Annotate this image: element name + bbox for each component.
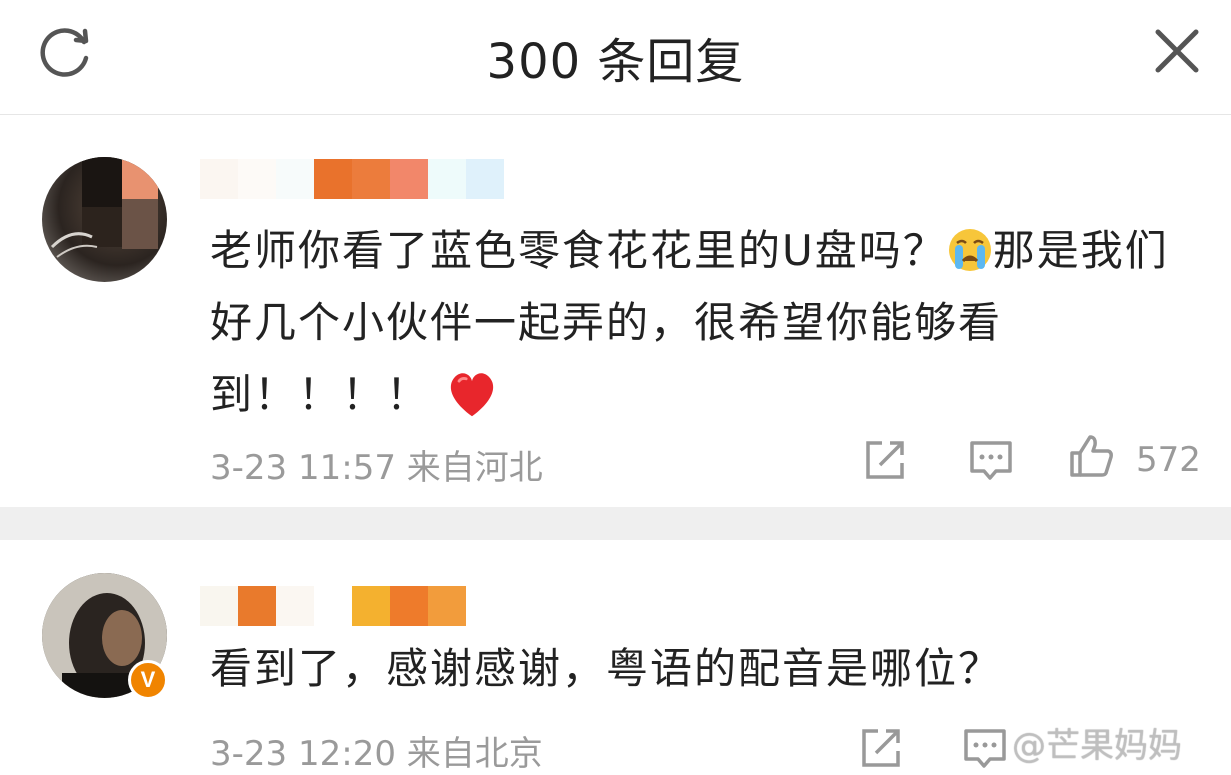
verified-badge: V: [128, 660, 168, 700]
page-title: 300 条回复: [486, 34, 745, 90]
username-blurred[interactable]: [200, 159, 504, 199]
comment-icon[interactable]: [962, 725, 1008, 771]
crying-face-icon: [948, 229, 991, 271]
section-divider: [0, 507, 1231, 540]
comment-icon[interactable]: [968, 437, 1014, 483]
like-icon[interactable]: [1068, 433, 1114, 479]
comment-item[interactable]: 老师你看了蓝色零食花花里的U盘吗？ 那是我们好几个小伙伴一起弄的，很希望你能够看…: [0, 115, 1231, 507]
comment-text: 看到了，感谢感谢，粤语的配音是哪位？: [210, 644, 1003, 693]
avatar[interactable]: [42, 157, 167, 282]
share-icon[interactable]: [862, 437, 908, 483]
close-icon[interactable]: [1150, 24, 1204, 78]
comment-meta: 3-23 11:57 来自河北: [210, 448, 543, 488]
comment-meta: 3-23 12:20 来自北京: [210, 734, 543, 774]
comment-text: 老师你看了蓝色零食花花里的U盘吗？ 那是我们好几个小伙伴一起弄的，很希望你能够看…: [210, 226, 1169, 419]
red-heart-icon: [451, 373, 494, 417]
share-icon[interactable]: [858, 725, 904, 771]
reply-header: 300 条回复: [0, 0, 1231, 115]
username-blurred[interactable]: [200, 586, 466, 626]
like-count: 572: [1136, 440, 1201, 480]
watermark: @芒果妈妈: [1012, 726, 1182, 766]
